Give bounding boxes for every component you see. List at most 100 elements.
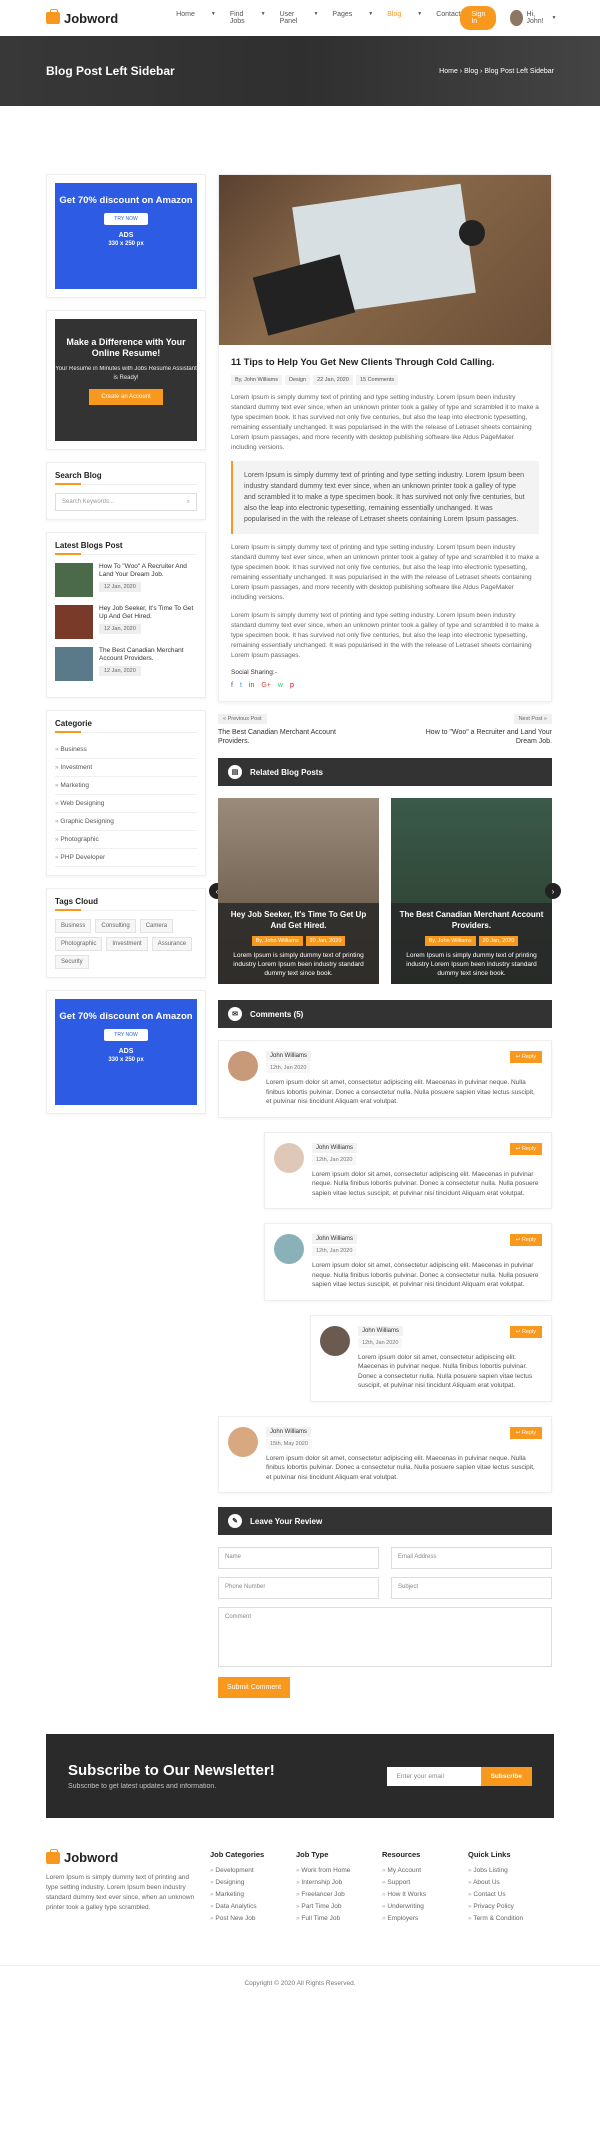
reply-button[interactable]: ↩ Reply xyxy=(509,1325,542,1338)
related-post-title[interactable]: The Best Canadian Merchant Account Provi… xyxy=(399,909,544,931)
create-account-button[interactable]: Create an Account xyxy=(89,389,163,405)
post-text: How To "Woo" A Recruiter And Land Your D… xyxy=(99,563,197,597)
user-menu[interactable]: Hi, John! ▼ xyxy=(510,10,556,26)
tag-chip[interactable]: Assurance xyxy=(151,937,193,951)
category-link[interactable]: Investment xyxy=(55,759,197,777)
comment-author[interactable]: John Williams xyxy=(312,1234,358,1244)
category-link[interactable]: PHP Developer xyxy=(55,849,197,867)
footer-link[interactable]: How It Works xyxy=(382,1891,468,1898)
footer-link[interactable]: Data Analytics xyxy=(210,1903,296,1910)
newsletter-email-input[interactable]: Enter your email xyxy=(386,1766,481,1786)
category-link[interactable]: Business xyxy=(55,741,197,759)
reply-button[interactable]: ↩ Reply xyxy=(509,1051,542,1063)
linkedin-icon[interactable]: in xyxy=(249,682,254,689)
tag-chip[interactable]: Camera xyxy=(139,919,174,933)
post-thumbnail[interactable] xyxy=(55,605,93,639)
footer-link[interactable]: Support xyxy=(382,1879,468,1886)
whatsapp-icon[interactable]: w xyxy=(278,682,283,689)
nav-item[interactable]: Contact xyxy=(436,11,460,25)
submit-comment-button[interactable]: Submit Comment xyxy=(218,1677,291,1698)
footer-link[interactable]: Post New Job xyxy=(210,1915,296,1922)
sign-in-button[interactable]: Sign In xyxy=(460,6,497,30)
tag-chip[interactable]: Business xyxy=(55,919,92,933)
subscribe-button[interactable]: Subscribe xyxy=(480,1766,532,1786)
reply-button[interactable]: ↩ Reply xyxy=(509,1426,542,1439)
category-link[interactable]: Marketing xyxy=(55,777,197,795)
comment-field[interactable]: Comment xyxy=(218,1607,552,1667)
footer-link[interactable]: Development xyxy=(210,1867,296,1874)
subject-field[interactable]: Subject xyxy=(391,1577,552,1599)
tag-chip[interactable]: Security xyxy=(55,955,89,969)
nav-item[interactable]: User Panel xyxy=(280,11,298,25)
post-thumbnail[interactable] xyxy=(55,563,93,597)
footer-link[interactable]: Marketing xyxy=(210,1891,296,1898)
previous-post[interactable]: « Previous Post The Best Canadian Merchan… xyxy=(218,714,358,746)
comment-author[interactable]: John Williams xyxy=(266,1051,312,1061)
footer-link[interactable]: Privacy Policy xyxy=(468,1903,554,1910)
post-paragraph: Lorem Ipsum is simply dummy text of prin… xyxy=(231,394,539,451)
category-link[interactable]: Photographic xyxy=(55,831,197,849)
nav-item[interactable]: Find Jobs xyxy=(230,11,245,25)
google-plus-icon[interactable]: G+ xyxy=(261,682,271,689)
footer-link[interactable]: Internship Job xyxy=(296,1879,382,1886)
tag-chip[interactable]: Consulting xyxy=(95,919,136,933)
reply-label: Reply xyxy=(521,1429,536,1436)
footer-logo[interactable]: Jobword xyxy=(46,1848,198,1865)
footer-link[interactable]: About Us xyxy=(468,1879,554,1886)
reply-button[interactable]: ↩ Reply xyxy=(509,1234,542,1246)
avatar xyxy=(228,1426,258,1457)
footer-link[interactable]: Contact Us xyxy=(468,1891,554,1898)
related-post-title[interactable]: Hey Job Seeker, It's Time To Get Up And … xyxy=(226,909,371,931)
related-post-card[interactable]: Hey Job Seeker, It's Time To Get Up And … xyxy=(218,798,379,984)
nav-item[interactable]: Blog xyxy=(387,11,401,25)
next-post[interactable]: Next Post » How to "Woo" a Recruiter and … xyxy=(412,714,552,746)
facebook-icon[interactable]: f xyxy=(231,682,233,689)
phone-field[interactable]: Phone Number xyxy=(218,1577,379,1599)
email-field[interactable]: Email Address xyxy=(391,1547,552,1569)
author-badge[interactable]: By, John Williams xyxy=(424,936,476,946)
twitter-icon[interactable]: t xyxy=(240,682,242,689)
category-link[interactable]: Graphic Designing xyxy=(55,813,197,831)
ad-banner[interactable]: Get 70% discount on Amazon TRY NOW ADS 330 … xyxy=(55,183,197,289)
nav-item[interactable]: Home xyxy=(176,11,195,25)
latest-post-item[interactable]: Hey Job Seeker, It's Time To Get Up And … xyxy=(55,605,197,639)
brand-logo[interactable]: Jobword xyxy=(46,9,118,26)
newsletter-title: Subscribe to Our Newsletter! xyxy=(68,1762,275,1779)
document-icon: ▤ xyxy=(228,765,242,779)
name-field[interactable]: Name xyxy=(218,1547,379,1569)
footer-link[interactable]: Designing xyxy=(210,1879,296,1886)
nav-item[interactable]: Pages xyxy=(332,11,352,25)
footer-link[interactable]: Part Time Job xyxy=(296,1903,382,1910)
comment-author[interactable]: John Williams xyxy=(266,1426,312,1437)
footer-link[interactable]: Term & Condition xyxy=(468,1915,554,1922)
tag-chip[interactable]: Photographic xyxy=(55,937,103,951)
comment-author[interactable]: John Williams xyxy=(358,1325,404,1336)
comment-author[interactable]: John Williams xyxy=(312,1142,358,1153)
footer-link[interactable]: Employers xyxy=(382,1915,468,1922)
page-title: Blog Post Left Sidebar xyxy=(46,64,175,78)
pinterest-icon[interactable]: p xyxy=(290,682,294,689)
footer-link[interactable]: Full Time Job xyxy=(296,1915,382,1922)
latest-post-item[interactable]: The Best Canadian Merchant Account Provi… xyxy=(55,647,197,681)
comment: John Williams 12th, Jan 2020 ↩ Reply Lorem … xyxy=(264,1131,552,1209)
footer-link[interactable]: My Account xyxy=(382,1867,468,1874)
related-post-card[interactable]: The Best Canadian Merchant Account Provi… xyxy=(391,798,552,984)
reply-button[interactable]: ↩ Reply xyxy=(509,1142,542,1155)
search-input[interactable]: Search Keywords... ⌕ xyxy=(55,493,197,511)
tag-chip[interactable]: Investment xyxy=(106,937,148,951)
footer-link[interactable]: Freelancer Job xyxy=(296,1891,382,1898)
post-title[interactable]: The Best Canadian Merchant Account Provi… xyxy=(99,647,197,663)
author-badge[interactable]: By, John Williams xyxy=(251,936,303,946)
post-thumbnail[interactable] xyxy=(55,647,93,681)
comment-header: John Williams 15th, May 2020 ↩ Reply xyxy=(266,1426,542,1449)
search-icon[interactable]: ⌕ xyxy=(187,499,190,505)
footer-link[interactable]: Underwriting xyxy=(382,1903,468,1910)
carousel-next-icon[interactable]: › xyxy=(545,883,561,899)
post-title[interactable]: How To "Woo" A Recruiter And Land Your D… xyxy=(99,563,197,579)
post-title[interactable]: Hey Job Seeker, It's Time To Get Up And … xyxy=(99,605,197,621)
footer-link[interactable]: Jobs Listing xyxy=(468,1867,554,1874)
ad-banner[interactable]: Get 70% discount on Amazon TRY NOW ADS 330 … xyxy=(55,999,197,1105)
latest-post-item[interactable]: How To "Woo" A Recruiter And Land Your D… xyxy=(55,563,197,597)
footer-link[interactable]: Work from Home xyxy=(296,1867,382,1874)
category-link[interactable]: Web Designing xyxy=(55,795,197,813)
